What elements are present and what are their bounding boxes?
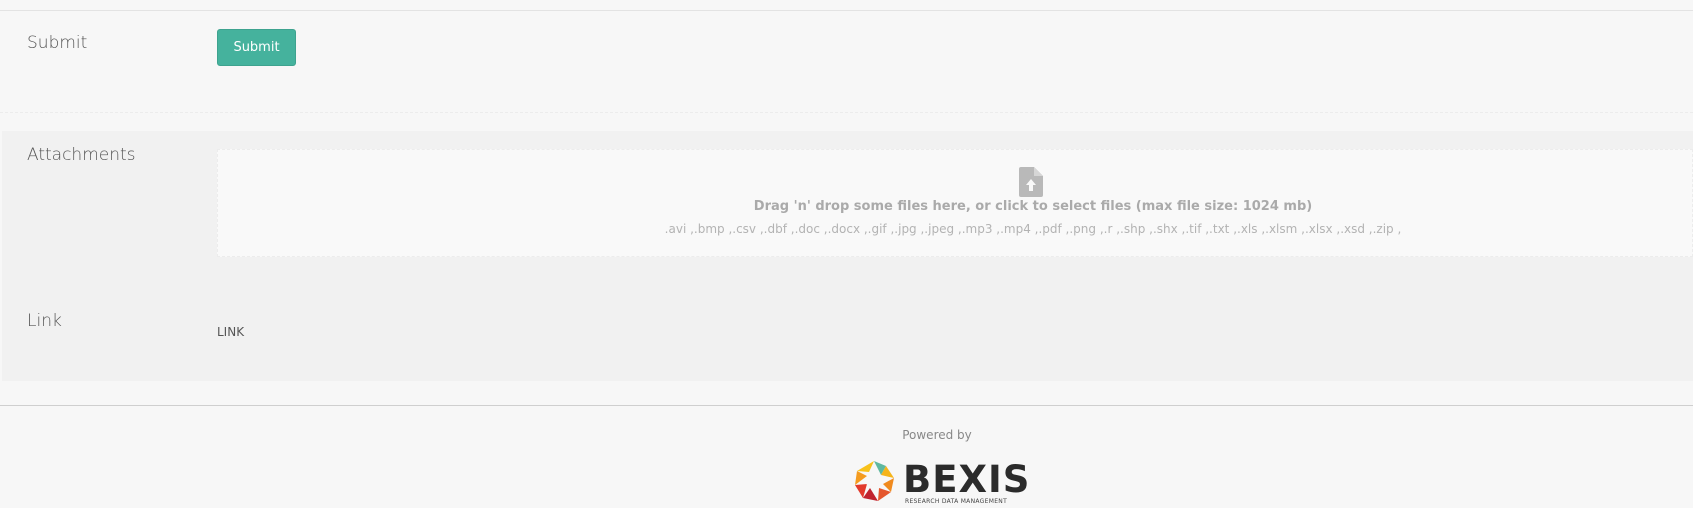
footer-divider (0, 405, 1693, 406)
attachments-label: Attachments (27, 145, 136, 165)
submit-label: Submit (27, 33, 88, 53)
link-value: LINK (217, 325, 245, 339)
powered-by-text: Powered by (902, 428, 972, 442)
link-label: Link (27, 311, 62, 331)
logo-tagline: RESEARCH DATA MANAGEMENT (905, 498, 1008, 505)
bexis-logo[interactable]: BEXIS RESEARCH DATA MANAGEMENT (851, 458, 1029, 508)
dropzone-allowed-types: .avi ,.bmp ,.csv ,.dbf ,.doc ,.docx ,.gi… (664, 222, 1402, 236)
submit-button[interactable]: Submit (217, 29, 296, 66)
dropzone-instructions: Drag 'n' drop some files here, or click … (753, 199, 1313, 214)
bexis-logo-icon (855, 461, 894, 501)
logo-wordmark: BEXIS (903, 458, 1031, 501)
file-upload-icon (1019, 167, 1043, 197)
